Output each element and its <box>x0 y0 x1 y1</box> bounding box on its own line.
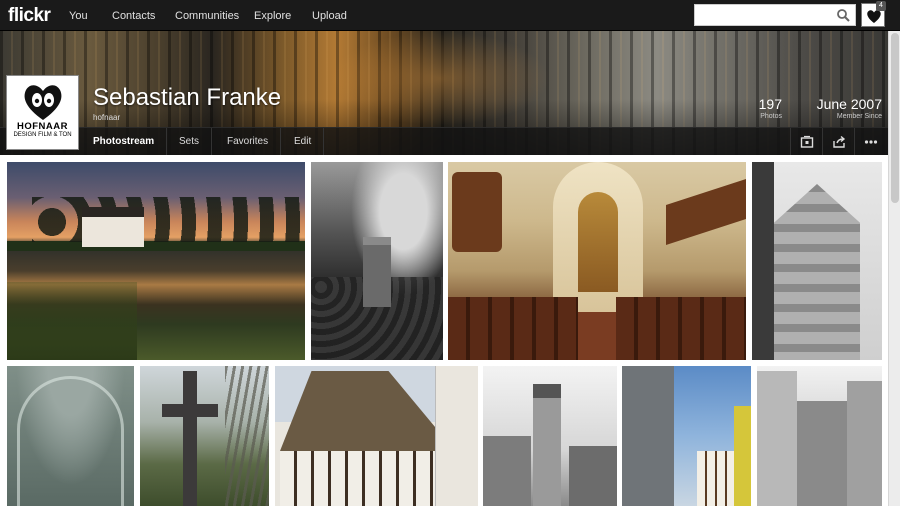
church-gallery-rail <box>666 179 746 245</box>
street-building-2 <box>797 401 847 506</box>
street-left-building <box>622 366 674 506</box>
nav-you[interactable]: You <box>69 10 88 22</box>
vault-rib <box>17 376 124 506</box>
tab-edit[interactable]: Edit <box>282 128 325 155</box>
top-navigation-bar: flickr You Contacts Communities Explore … <box>0 0 900 31</box>
cover-photo: 197 Photos June 2007 Member Since Photos… <box>0 31 888 155</box>
photo-gothic-vault[interactable] <box>7 366 134 506</box>
street-building-3 <box>847 381 882 506</box>
photo-old-street[interactable] <box>622 366 751 506</box>
nav-contacts[interactable]: Contacts <box>112 10 155 22</box>
photos-label: Photos <box>760 113 782 120</box>
cover-glow <box>330 31 550 126</box>
logo-sub-text: DESIGN FILM & TON <box>13 132 72 138</box>
nav-upload[interactable]: Upload <box>312 10 347 22</box>
church-pulpit <box>452 172 502 252</box>
lake-reeds <box>7 282 137 360</box>
flickr-logo[interactable]: flickr <box>8 5 51 27</box>
profile-name: Sebastian Franke <box>93 84 282 111</box>
profile-buddy-icon[interactable]: HOFNAAR DESIGN FILM & TON <box>6 75 79 150</box>
logo-name-text: HOFNAAR <box>17 121 68 132</box>
profile-username: hofnaar <box>93 113 121 122</box>
photo-iron-cross[interactable] <box>140 366 269 506</box>
cemetery-tombstone <box>363 237 391 307</box>
street-yellow-house <box>734 406 751 506</box>
scroll-thumb[interactable] <box>891 33 899 203</box>
photos-count[interactable]: 197 <box>759 96 782 112</box>
tab-photostream[interactable]: Photostream <box>81 128 168 155</box>
tower-spire <box>533 384 561 506</box>
lake-trees <box>32 197 302 242</box>
cross-horizontal <box>162 404 218 417</box>
flickr-photostream-page: flickr You Contacts Communities Explore … <box>0 0 900 506</box>
photo-half-timbered-house[interactable] <box>275 366 478 506</box>
hofnaar-mask-icon <box>24 85 61 120</box>
photo-clock-tower[interactable] <box>483 366 617 506</box>
tower-right-houses <box>569 446 617 506</box>
member-since-label: Member Since <box>836 113 882 120</box>
search-input[interactable] <box>695 5 833 25</box>
profile-tabs: Photostream Sets Favorites Edit <box>0 127 888 155</box>
slideshow-button[interactable] <box>790 128 822 155</box>
search-box <box>694 4 856 26</box>
photo-gabled-townhall[interactable] <box>752 162 882 360</box>
nav-explore[interactable]: Explore <box>254 10 291 22</box>
member-since-date: June 2007 <box>816 96 882 112</box>
street-building-1 <box>757 371 797 506</box>
house-roof <box>280 371 455 451</box>
house-neighbor-building <box>435 366 478 506</box>
townhall-side-building <box>752 162 774 360</box>
photo-street-view[interactable] <box>757 366 882 506</box>
street-timber-house <box>697 451 737 506</box>
church-altar <box>578 192 618 292</box>
church-pews-left <box>448 297 578 360</box>
nav-communities[interactable]: Communities <box>175 10 239 22</box>
townhall-facade <box>774 184 860 360</box>
share-icon <box>833 135 846 148</box>
search-icon[interactable] <box>836 8 850 22</box>
photo-church-interior[interactable] <box>448 162 746 360</box>
photo-cemetery[interactable] <box>311 162 443 360</box>
tower-left-houses <box>483 436 531 506</box>
cross-vertical <box>183 371 197 506</box>
tab-favorites[interactable]: Favorites <box>215 128 282 155</box>
church-aisle <box>578 312 616 360</box>
more-icon <box>864 140 878 144</box>
church-pews-right <box>616 297 746 360</box>
tab-sets[interactable]: Sets <box>167 128 213 155</box>
photo-lake-sunset[interactable] <box>7 162 305 360</box>
lake-house <box>82 207 144 247</box>
slideshow-icon <box>800 135 814 148</box>
cross-tree <box>225 366 269 506</box>
more-button[interactable] <box>854 128 886 155</box>
notification-badge[interactable]: 4 <box>876 1 886 11</box>
share-button[interactable] <box>822 128 854 155</box>
page-scrollbar[interactable] <box>888 31 900 506</box>
